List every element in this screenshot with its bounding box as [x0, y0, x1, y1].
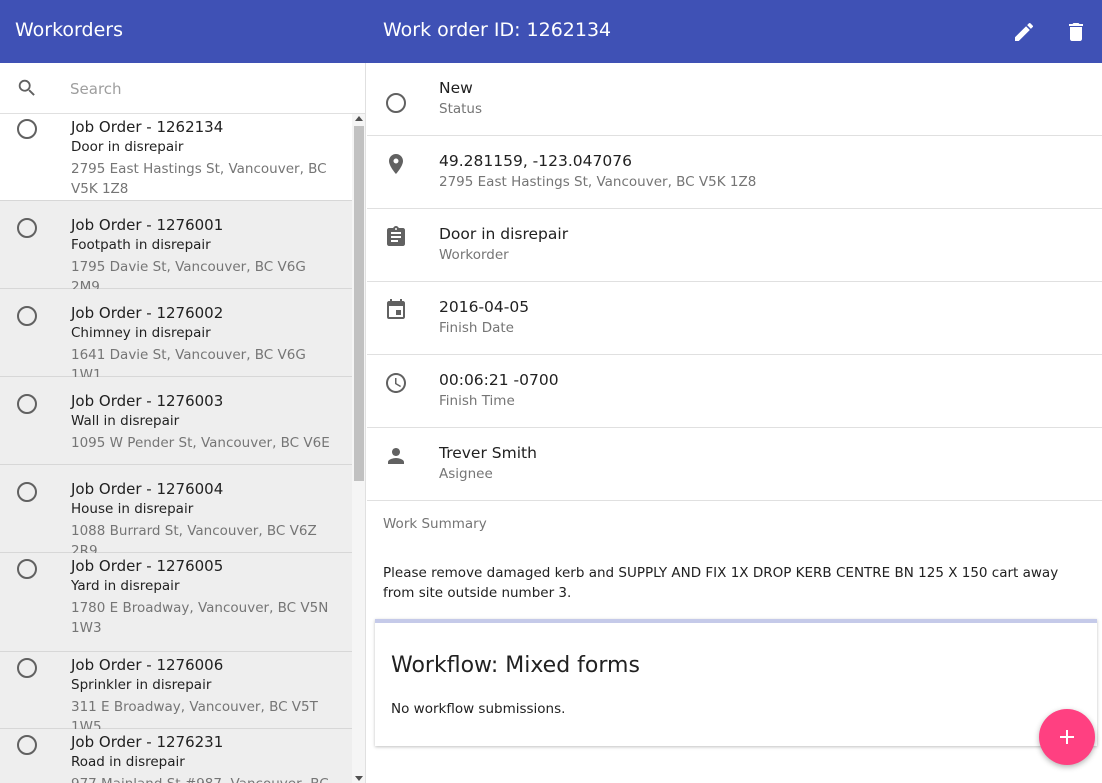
- radio-icon[interactable]: [17, 559, 37, 579]
- status-label: Status: [439, 101, 483, 117]
- workorder-detail-panel: New Status 49.281159, -123.047076 2795 E…: [367, 63, 1102, 783]
- workflow-title: Workflow: Mixed forms: [391, 653, 640, 678]
- list-item-title: Job Order - 1276231: [71, 733, 224, 751]
- assignee-label: Asignee: [439, 466, 493, 482]
- list-item-subtitle: Door in disrepair: [71, 139, 184, 155]
- workorder-list-panel: Job Order - 1262134 Door in disrepair 27…: [0, 63, 366, 783]
- app-bar: Workorders Work order ID: 1262134: [0, 0, 1102, 63]
- person-icon: [384, 444, 408, 468]
- list-item-address: 1095 W Pender St, Vancouver, BC V6E: [71, 435, 330, 451]
- list-item-1276001[interactable]: Job Order - 1276001 Footpath in disrepai…: [0, 201, 352, 295]
- list-item-subtitle: Sprinkler in disrepair: [71, 677, 212, 693]
- status-value: New: [439, 79, 473, 97]
- add-button[interactable]: [1039, 709, 1095, 765]
- detail-workorder-row: Door in disrepair Workorder: [367, 209, 1102, 282]
- detail-status-row: New Status: [367, 63, 1102, 136]
- list-item-title: Job Order - 1276002: [71, 304, 224, 322]
- edit-icon[interactable]: [1012, 20, 1036, 44]
- finish-date-value: 2016-04-05: [439, 298, 530, 316]
- search-bar: [0, 63, 365, 114]
- scroll-down-arrow-icon[interactable]: [355, 776, 363, 781]
- workorder-label: Workorder: [439, 247, 509, 263]
- radio-icon[interactable]: [17, 735, 37, 755]
- delete-icon[interactable]: [1064, 20, 1088, 44]
- clipboard-icon: [384, 225, 408, 249]
- list-item-subtitle: Footpath in disrepair: [71, 237, 211, 253]
- list-item-1276005[interactable]: Job Order - 1276005 Yard in disrepair 17…: [0, 553, 352, 652]
- workflow-empty-message: No workflow submissions.: [391, 701, 566, 717]
- list-item-1276002[interactable]: Job Order - 1276002 Chimney in disrepair…: [0, 289, 352, 383]
- location-coordinates: 49.281159, -123.047076: [439, 152, 632, 170]
- list-item-1262134[interactable]: Job Order - 1262134 Door in disrepair 27…: [0, 114, 352, 201]
- location-address: 2795 East Hastings St, Vancouver, BC V5K…: [439, 174, 757, 190]
- detail-location-row: 49.281159, -123.047076 2795 East Hasting…: [367, 136, 1102, 209]
- search-input[interactable]: [70, 77, 340, 101]
- list-item-1276003[interactable]: Job Order - 1276003 Wall in disrepair 10…: [0, 377, 352, 465]
- list-item-address: 2795 East Hastings St, Vancouver, BC V5K…: [71, 161, 327, 197]
- radio-icon[interactable]: [17, 119, 37, 139]
- finish-time-label: Finish Time: [439, 393, 515, 409]
- list-item-title: Job Order - 1262134: [71, 118, 224, 136]
- workorder-list: Job Order - 1262134 Door in disrepair 27…: [0, 114, 352, 783]
- calendar-icon: [384, 298, 408, 322]
- list-item-1276004[interactable]: Job Order - 1276004 House in disrepair 1…: [0, 465, 352, 559]
- radio-icon[interactable]: [17, 306, 37, 326]
- list-item-subtitle: Wall in disrepair: [71, 413, 180, 429]
- list-item-subtitle: Chimney in disrepair: [71, 325, 211, 341]
- work-summary-label: Work Summary: [383, 516, 487, 532]
- list-item-address: 977 Mainland St #987, Vancouver, BC: [71, 774, 333, 783]
- radio-icon[interactable]: [17, 394, 37, 414]
- page-title: Work order ID: 1262134: [383, 19, 612, 41]
- radio-icon[interactable]: [17, 218, 37, 238]
- finish-date-label: Finish Date: [439, 320, 514, 336]
- work-summary-text: Please remove damaged kerb and SUPPLY AN…: [383, 565, 1059, 601]
- list-item-subtitle: Road in disrepair: [71, 754, 185, 770]
- list-item-title: Job Order - 1276003: [71, 392, 224, 410]
- detail-finish-time-row: 00:06:21 -0700 Finish Time: [367, 355, 1102, 428]
- finish-time-value: 00:06:21 -0700: [439, 371, 559, 389]
- radio-icon[interactable]: [17, 482, 37, 502]
- list-item-subtitle: House in disrepair: [71, 501, 194, 517]
- plus-icon: [1060, 730, 1074, 744]
- list-item-address: 1780 E Broadway, Vancouver, BC V5N 1W3: [71, 600, 329, 636]
- app-title: Workorders: [15, 19, 123, 41]
- radio-unchecked-icon: [384, 91, 408, 115]
- list-item-1276231[interactable]: Job Order - 1276231 Road in disrepair 97…: [0, 729, 352, 783]
- list-item-title: Job Order - 1276001: [71, 216, 224, 234]
- scrollbar-thumb[interactable]: [354, 126, 364, 481]
- detail-finish-date-row: 2016-04-05 Finish Date: [367, 282, 1102, 355]
- scroll-up-arrow-icon[interactable]: [355, 116, 363, 121]
- search-icon: [16, 77, 38, 99]
- list-item-1276006[interactable]: Job Order - 1276006 Sprinkler in disrepa…: [0, 652, 352, 735]
- location-pin-icon: [384, 152, 408, 176]
- clock-icon: [384, 371, 408, 395]
- assignee-value: Trever Smith: [439, 444, 537, 462]
- list-item-title: Job Order - 1276005: [71, 557, 224, 575]
- workflow-card: Workflow: Mixed forms No workflow submis…: [375, 619, 1097, 746]
- detail-assignee-row: Trever Smith Asignee: [367, 428, 1102, 501]
- workorder-value: Door in disrepair: [439, 225, 569, 243]
- radio-icon[interactable]: [17, 658, 37, 678]
- list-scrollbar[interactable]: [352, 114, 365, 783]
- list-item-title: Job Order - 1276004: [71, 480, 224, 498]
- list-item-title: Job Order - 1276006: [71, 656, 224, 674]
- list-item-subtitle: Yard in disrepair: [71, 578, 180, 594]
